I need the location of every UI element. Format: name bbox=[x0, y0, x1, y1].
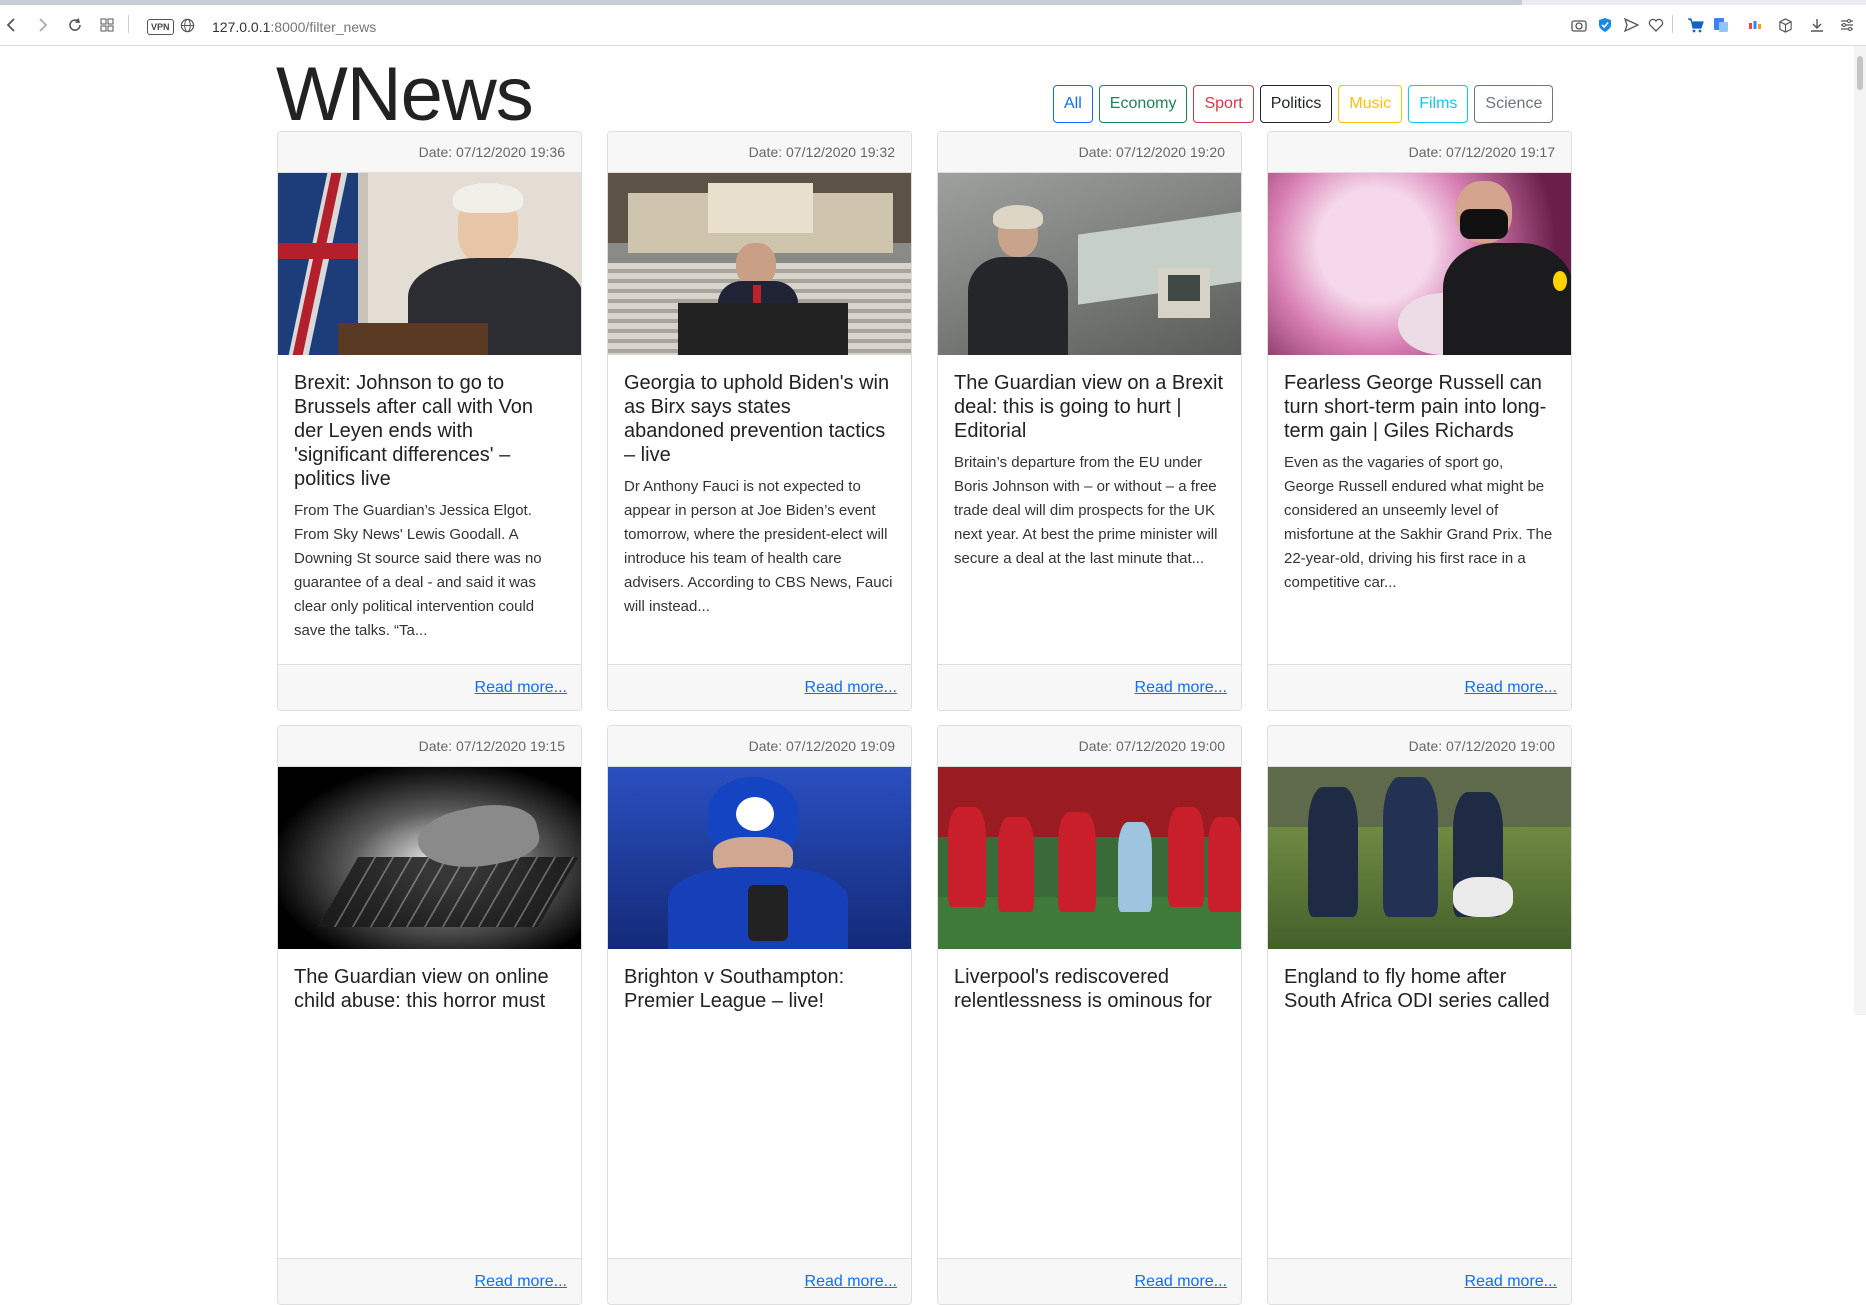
news-card: Date: 07/12/2020 19:36 Brexit: Johnson t… bbox=[277, 131, 582, 711]
card-footer: Read more... bbox=[1268, 664, 1571, 710]
cube-icon[interactable] bbox=[1776, 15, 1794, 35]
read-more-link[interactable]: Read more... bbox=[805, 1273, 897, 1290]
download-icon[interactable] bbox=[1808, 15, 1826, 35]
card-footer: Read more... bbox=[608, 1258, 911, 1304]
news-card: Date: 07/12/2020 19:09 Brighton v Southa… bbox=[607, 725, 912, 1305]
card-date: Date: 07/12/2020 19:17 bbox=[1268, 132, 1571, 173]
news-card: Date: 07/12/2020 19:32 Georgia to uphold… bbox=[607, 131, 912, 711]
read-more-link[interactable]: Read more... bbox=[475, 1273, 567, 1290]
news-grid: Date: 07/12/2020 19:36 Brexit: Johnson t… bbox=[277, 131, 1574, 1305]
filter-science-button[interactable]: Science bbox=[1474, 85, 1554, 123]
address-bar[interactable]: 127.0.0.1:8000/filter_news bbox=[212, 18, 376, 36]
article-summary: From The Guardian’s Jessica Elgot. From … bbox=[294, 502, 542, 639]
category-filters: All Economy Sport Politics Music Films S… bbox=[1053, 85, 1554, 123]
card-footer: Read more... bbox=[938, 1258, 1241, 1304]
news-image[interactable] bbox=[608, 767, 911, 949]
card-date: Date: 07/12/2020 19:20 bbox=[938, 132, 1241, 173]
news-image[interactable] bbox=[278, 173, 581, 355]
shield-icon[interactable] bbox=[1596, 15, 1614, 35]
filter-all-button[interactable]: All bbox=[1053, 85, 1093, 123]
card-date: Date: 07/12/2020 19:32 bbox=[608, 132, 911, 173]
extension-dots-icon[interactable] bbox=[1746, 15, 1764, 35]
camera-icon[interactable] bbox=[1570, 15, 1588, 35]
article-title[interactable]: The Guardian view on a Brexit deal: this… bbox=[954, 371, 1225, 443]
article-summary: Even as the vagaries of sport go, George… bbox=[1284, 454, 1553, 591]
filter-films-button[interactable]: Films bbox=[1408, 85, 1469, 123]
card-date: Date: 07/12/2020 19:09 bbox=[608, 726, 911, 767]
filter-politics-button[interactable]: Politics bbox=[1259, 85, 1333, 123]
reload-icon[interactable] bbox=[66, 15, 84, 35]
card-date: Date: 07/12/2020 19:00 bbox=[1268, 726, 1571, 767]
article-title[interactable]: Brexit: Johnson to go to Brussels after … bbox=[294, 371, 565, 491]
heart-icon[interactable] bbox=[1647, 15, 1665, 35]
url-host: 127.0.0.1 bbox=[212, 19, 271, 35]
browser-toolbar: VPN 127.0.0.1:8000/filter_news bbox=[0, 5, 1866, 46]
news-image[interactable] bbox=[1268, 767, 1571, 949]
article-title[interactable]: England to fly home after South Africa O… bbox=[1284, 965, 1555, 1013]
article-title[interactable]: Georgia to uphold Biden's win as Birx sa… bbox=[624, 371, 895, 467]
card-footer: Read more... bbox=[1268, 1258, 1571, 1304]
site-logo[interactable]: WNews bbox=[276, 55, 534, 135]
news-card: Date: 07/12/2020 19:00 England to fly ho… bbox=[1267, 725, 1572, 1305]
settings-sliders-icon[interactable] bbox=[1838, 15, 1856, 35]
article-title[interactable]: Liverpool's rediscovered relentlessness … bbox=[954, 965, 1225, 1013]
read-more-link[interactable]: Read more... bbox=[1465, 679, 1557, 696]
toolbar-divider bbox=[128, 15, 129, 33]
card-footer: Read more... bbox=[278, 1258, 581, 1304]
scrollbar-thumb[interactable] bbox=[1857, 56, 1863, 90]
article-summary: Dr Anthony Fauci is not expected to appe… bbox=[624, 478, 893, 615]
toolbar-divider-2 bbox=[1672, 15, 1673, 33]
globe-icon[interactable] bbox=[178, 15, 196, 35]
card-date: Date: 07/12/2020 19:15 bbox=[278, 726, 581, 767]
forward-icon[interactable] bbox=[36, 15, 50, 35]
read-more-link[interactable]: Read more... bbox=[1135, 679, 1227, 696]
card-date: Date: 07/12/2020 19:00 bbox=[938, 726, 1241, 767]
send-icon[interactable] bbox=[1622, 15, 1640, 35]
url-path: :8000/filter_news bbox=[270, 19, 377, 35]
news-card: Date: 07/12/2020 19:20 The Guardian view… bbox=[937, 131, 1242, 711]
card-footer: Read more... bbox=[278, 664, 581, 710]
news-card: Date: 07/12/2020 19:00 Liverpool's redis… bbox=[937, 725, 1242, 1305]
read-more-link[interactable]: Read more... bbox=[1135, 1273, 1227, 1290]
translate-icon[interactable] bbox=[1712, 15, 1730, 35]
vpn-badge[interactable]: VPN bbox=[147, 19, 174, 35]
tabs-grid-icon[interactable] bbox=[98, 15, 116, 35]
read-more-link[interactable]: Read more... bbox=[475, 679, 567, 696]
card-footer: Read more... bbox=[608, 664, 911, 710]
page-scrollbar[interactable] bbox=[1854, 46, 1866, 1015]
article-title[interactable]: The Guardian view on online child abuse:… bbox=[294, 965, 565, 1013]
article-title[interactable]: Fearless George Russell can turn short-t… bbox=[1284, 371, 1555, 443]
news-image[interactable] bbox=[938, 173, 1241, 355]
article-title[interactable]: Brighton v Southampton: Premier League –… bbox=[624, 965, 895, 1013]
filter-sport-button[interactable]: Sport bbox=[1193, 85, 1254, 123]
read-more-link[interactable]: Read more... bbox=[805, 679, 897, 696]
filter-economy-button[interactable]: Economy bbox=[1098, 85, 1188, 123]
news-card: Date: 07/12/2020 19:17 Fearless George R… bbox=[1267, 131, 1572, 711]
cart-icon[interactable] bbox=[1686, 15, 1704, 35]
news-image[interactable] bbox=[938, 767, 1241, 949]
card-footer: Read more... bbox=[938, 664, 1241, 710]
news-image[interactable] bbox=[1268, 173, 1571, 355]
news-image[interactable] bbox=[278, 767, 581, 949]
filter-music-button[interactable]: Music bbox=[1338, 85, 1403, 123]
read-more-link[interactable]: Read more... bbox=[1465, 1273, 1557, 1290]
news-image[interactable] bbox=[608, 173, 911, 355]
back-icon[interactable] bbox=[4, 15, 18, 35]
article-summary: Britain’s departure from the EU under Bo… bbox=[954, 454, 1218, 567]
news-card: Date: 07/12/2020 19:15 The Guardian view… bbox=[277, 725, 582, 1305]
card-date: Date: 07/12/2020 19:36 bbox=[278, 132, 581, 173]
